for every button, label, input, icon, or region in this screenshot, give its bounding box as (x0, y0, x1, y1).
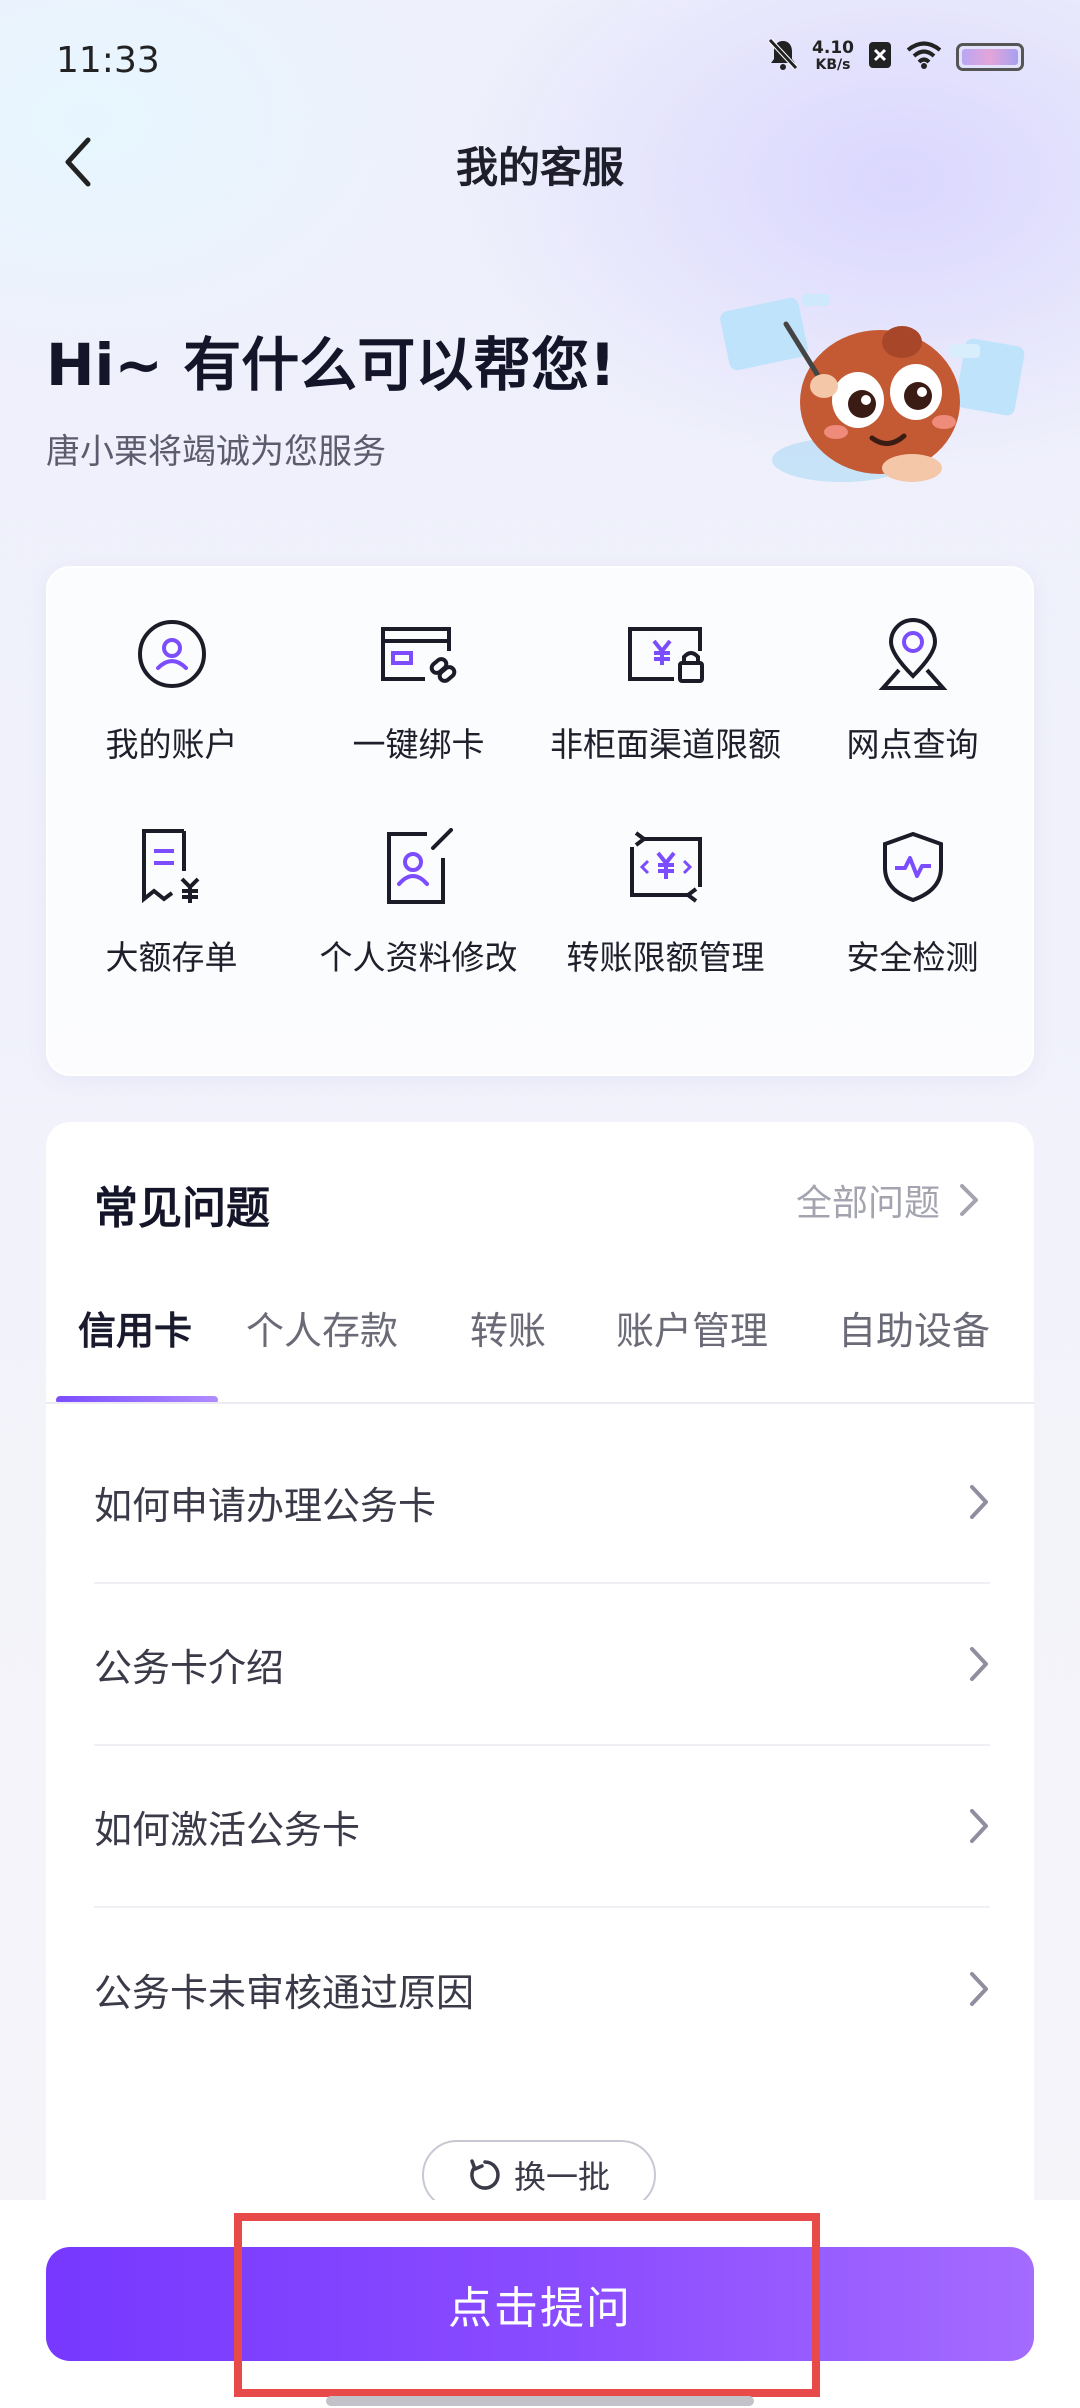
chevron-right-icon (970, 1809, 988, 1843)
service-label: 网点查询 (846, 725, 979, 764)
net-speed-unit: KB/s (815, 57, 851, 73)
service-my-account[interactable]: 我的账户 (48, 608, 295, 821)
service-branch-search[interactable]: 网点查询 (789, 608, 1036, 821)
tab-transfer[interactable]: 转账 (470, 1292, 547, 1402)
tab-row: 信用卡 个人存款 转账 账户管理 自助设备 (46, 1292, 991, 1402)
transfer-yuan-icon (626, 827, 706, 907)
service-bind-card[interactable]: 一键绑卡 (295, 608, 542, 821)
all-questions-link[interactable]: 全部问题 (796, 1174, 980, 1226)
refresh-label: 换一批 (513, 2158, 610, 2196)
status-time: 11:33 (56, 40, 160, 81)
faq-title: 常见问题 (94, 1183, 270, 1234)
faq-category-tabs: 信用卡 个人存款 转账 账户管理 自助设备 (46, 1292, 1034, 1404)
service-label: 一键绑卡 (352, 725, 485, 764)
status-icons: 4.10 KB/s (768, 38, 1024, 76)
net-speed: 4.10 KB/s (812, 40, 854, 74)
tab-self-service-device[interactable]: 自助设备 (838, 1292, 991, 1402)
tab-account-management[interactable]: 账户管理 (616, 1292, 769, 1402)
service-channel-limit[interactable]: 非柜面渠道限额 (542, 608, 789, 821)
battery-icon (956, 43, 1024, 71)
ask-question-label: 点击提问 (448, 2283, 632, 2334)
active-tab-indicator (56, 1396, 218, 1402)
tab-credit-card[interactable]: 信用卡 (56, 1292, 218, 1402)
service-label: 转账限额管理 (566, 938, 765, 977)
status-bar: 11:33 4.10 KB/s (0, 0, 1080, 120)
service-label: 安全检测 (846, 938, 979, 977)
chevron-right-icon (960, 1184, 978, 1216)
service-profile-edit[interactable]: 个人资料修改 (295, 821, 542, 1034)
faq-item[interactable]: 如何激活公务卡 (94, 1746, 990, 1908)
receipt-yuan-icon (132, 827, 212, 907)
service-label: 个人资料修改 (319, 938, 518, 977)
faq-item[interactable]: 公务卡未审核通过原因 (94, 1908, 990, 2070)
service-grid: 我的账户 一键绑卡 非柜面渠道限额 网点查询 大额存单 个人资料修改 转账限额管… (48, 608, 1036, 1034)
chestnut-mascot-illustration (712, 282, 1032, 502)
home-indicator (326, 2396, 754, 2406)
faq-item[interactable]: 公务卡介绍 (94, 1584, 990, 1746)
faq-question: 如何申请办理公务卡 (94, 1483, 437, 1528)
chevron-right-icon (970, 1485, 988, 1519)
service-label: 非柜面渠道限额 (550, 725, 781, 764)
location-pin-icon (873, 614, 953, 694)
profile-edit-icon (379, 827, 459, 907)
service-large-deposit[interactable]: 大额存单 (48, 821, 295, 1034)
faq-question: 公务卡介绍 (94, 1645, 285, 1690)
service-label: 我的账户 (105, 725, 238, 764)
page-title: 我的客服 (455, 143, 624, 192)
shield-check-icon (873, 827, 953, 907)
service-label: 大额存单 (105, 938, 238, 977)
tab-label: 自助设备 (838, 1309, 991, 1353)
chevron-right-icon (970, 1972, 988, 2006)
faq-list: 如何申请办理公务卡 公务卡介绍 如何激活公务卡 公务卡未审核通过原因 (94, 1422, 990, 2070)
chevron-right-icon (970, 1647, 988, 1681)
bell-muted-icon (768, 38, 798, 76)
all-questions-label: 全部问题 (795, 1183, 940, 1224)
tab-label: 转账 (470, 1309, 547, 1353)
service-security-check[interactable]: 安全检测 (789, 821, 1036, 1034)
tab-label: 信用卡 (78, 1309, 193, 1353)
yuan-lock-icon (626, 614, 706, 694)
user-circle-icon (132, 614, 212, 694)
faq-question: 公务卡未审核通过原因 (94, 1970, 475, 2015)
sim-x-icon (868, 41, 892, 73)
ask-question-button[interactable]: 点击提问 (46, 2247, 1034, 2361)
faq-item[interactable]: 如何申请办理公务卡 (94, 1422, 990, 1584)
refresh-icon (470, 2159, 500, 2190)
faq-question: 如何激活公务卡 (94, 1807, 361, 1852)
tab-label: 个人存款 (246, 1309, 399, 1353)
hero-subtitle: 唐小栗将竭诚为您服务 (46, 432, 386, 472)
net-speed-value: 4.10 (812, 38, 854, 58)
bottom-action-bar: 点击提问 (0, 2200, 1080, 2408)
hero-title: Hi~ 有什么可以帮您! (46, 331, 616, 399)
wifi-icon (906, 41, 942, 73)
tab-label: 账户管理 (616, 1309, 769, 1353)
service-shortcuts-card: 我的账户 一键绑卡 非柜面渠道限额 网点查询 大额存单 个人资料修改 转账限额管… (46, 566, 1034, 1076)
tab-personal-deposit[interactable]: 个人存款 (246, 1292, 399, 1402)
card-link-icon (379, 614, 459, 694)
service-transfer-limit[interactable]: 转账限额管理 (542, 821, 789, 1034)
nav-bar: 我的客服 (0, 120, 1080, 204)
